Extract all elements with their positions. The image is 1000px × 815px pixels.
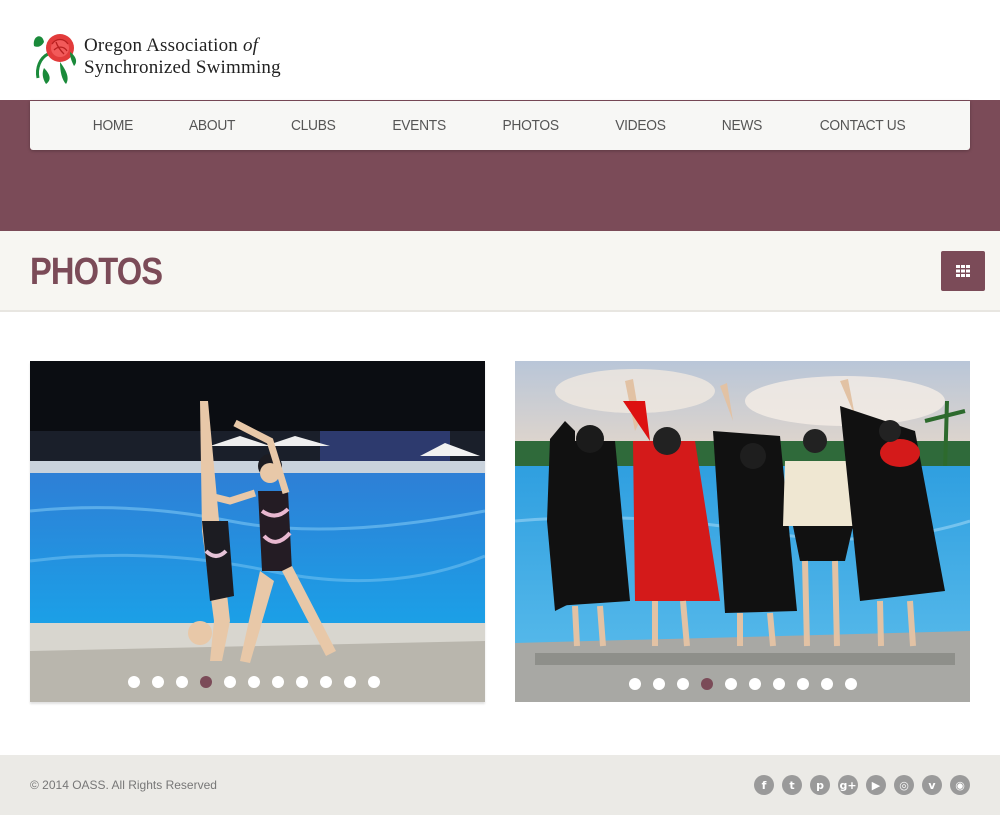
youtube-icon[interactable]: ▶	[866, 775, 886, 795]
slider-dot[interactable]	[271, 676, 284, 688]
site-name-italic: of	[242, 35, 259, 56]
photo-slider-left[interactable]	[30, 361, 485, 702]
nav-about[interactable]: ABOUT	[165, 117, 259, 134]
slider-dot-active[interactable]	[199, 676, 212, 688]
page-title-bar: PHOTOS	[0, 231, 1000, 312]
slider-dot[interactable]	[127, 676, 140, 688]
photo-swimmers-night-pool	[30, 361, 485, 702]
photo-slider-right[interactable]	[515, 361, 970, 702]
slider-dot[interactable]	[295, 676, 308, 688]
page-title: PHOTOS	[30, 251, 163, 293]
slider-dot[interactable]	[319, 676, 332, 688]
slider-dot[interactable]	[724, 678, 737, 690]
slider-dot[interactable]	[820, 678, 833, 690]
nav-events[interactable]: EVENTS	[368, 117, 469, 134]
site-name: Oregon Association of Synchronized Swimm…	[84, 35, 281, 79]
main-nav: HOME ABOUT CLUBS EVENTS PHOTOS VIDEOS NE…	[30, 101, 970, 150]
grid-view-button[interactable]	[941, 251, 985, 291]
slider-dot[interactable]	[151, 676, 164, 688]
site-name-line1: Oregon Association	[84, 35, 238, 56]
nav-news[interactable]: NEWS	[698, 117, 786, 134]
nav-photos[interactable]: PHOTOS	[478, 117, 582, 134]
site-header: Oregon Association of Synchronized Swimm…	[0, 0, 1000, 100]
slider-dot[interactable]	[844, 678, 857, 690]
slider-dot[interactable]	[223, 676, 236, 688]
rss-icon[interactable]: ◉	[950, 775, 970, 795]
slider-dot[interactable]	[628, 678, 641, 690]
nav-clubs[interactable]: CLUBS	[267, 117, 359, 134]
twitter-icon[interactable]: t	[782, 775, 802, 795]
slider-dot-active[interactable]	[700, 678, 713, 690]
vimeo-icon[interactable]: v	[922, 775, 942, 795]
slider-dot[interactable]	[343, 676, 356, 688]
pinterest-icon[interactable]: p	[810, 775, 830, 795]
slider-dot[interactable]	[796, 678, 809, 690]
site-footer: © 2014 OASS. All Rights Reserved f t p g…	[0, 755, 1000, 815]
facebook-icon[interactable]: f	[754, 775, 774, 795]
nav-home[interactable]: HOME	[69, 117, 157, 134]
slider-dot[interactable]	[652, 678, 665, 690]
slider-dot[interactable]	[367, 676, 380, 688]
slider-dots-left	[30, 676, 481, 688]
slider-dot[interactable]	[748, 678, 761, 690]
slider-dot[interactable]	[772, 678, 785, 690]
google-plus-icon[interactable]: g+	[838, 775, 858, 795]
social-links: f t p g+ ▶ ◎ v ◉	[746, 775, 970, 795]
nav-contact-us[interactable]: CONTACT US	[796, 117, 930, 134]
grid-icon	[956, 265, 970, 277]
site-name-line2: Synchronized Swimming	[84, 57, 281, 78]
photo-swimmers-parkas	[515, 361, 970, 702]
slider-dot[interactable]	[175, 676, 188, 688]
instagram-icon[interactable]: ◎	[894, 775, 914, 795]
site-logo[interactable]: Oregon Association of Synchronized Swimm…	[30, 28, 281, 86]
copyright-text: © 2014 OASS. All Rights Reserved	[30, 778, 217, 792]
slider-dots-right	[515, 678, 970, 690]
nav-videos[interactable]: VIDEOS	[591, 117, 689, 134]
slider-dot[interactable]	[247, 676, 260, 688]
slider-dot[interactable]	[676, 678, 689, 690]
rose-logo-icon	[33, 34, 77, 84]
